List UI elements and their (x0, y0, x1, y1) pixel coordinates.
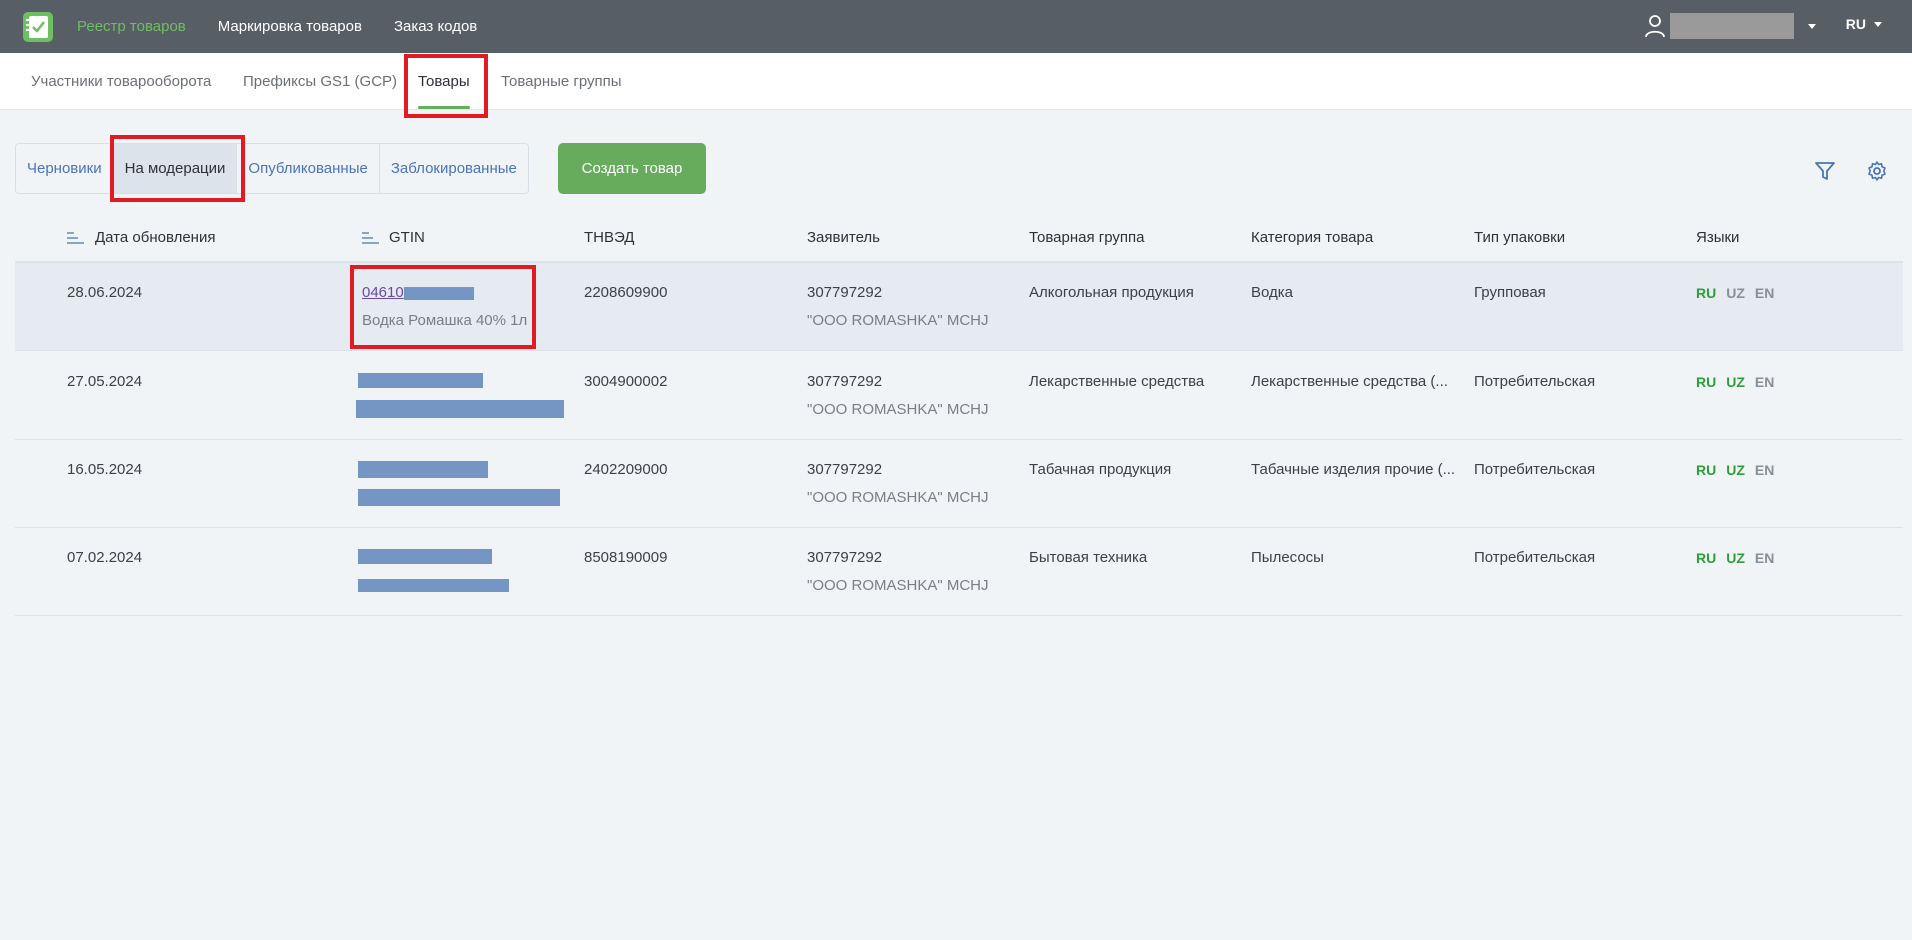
lang-ru: RU (1696, 550, 1717, 566)
highlight-box (404, 54, 488, 118)
product-group-cell: Бытовая техника (1029, 549, 1148, 566)
date-cell: 28.06.2024 (67, 284, 143, 301)
product-group-cell: Лекарственные средства (1029, 373, 1205, 390)
main-nav: Реестр товаров Маркировка товаров Заказ … (77, 0, 509, 53)
column-gtin[interactable]: GTIN (389, 229, 425, 246)
packaging-cell: Потребительская (1474, 461, 1596, 478)
lang-en: EN (1754, 550, 1775, 566)
applicant-name: "OOO ROMASHKA" MCHJ (807, 577, 989, 594)
lang-ru: RU (1696, 462, 1717, 478)
highlight-box (110, 135, 245, 202)
languages-cell: RU UZ EN (1696, 285, 1784, 301)
chevron-down-icon (1874, 21, 1882, 27)
lang-uz: UZ (1726, 285, 1745, 301)
applicant-name: "OOO ROMASHKA" MCHJ (807, 312, 989, 329)
lang-ru: RU (1696, 374, 1717, 390)
table-row[interactable]: 28.06.2024 04610 Водка Ромашка 40% 1л 22… (15, 263, 1903, 351)
lang-uz: UZ (1726, 550, 1745, 566)
lang-ru: RU (1696, 285, 1717, 301)
product-name-redacted (358, 579, 509, 592)
category-cell: Лекарственные средства (... (1251, 373, 1448, 390)
language-switcher[interactable]: RU (1846, 16, 1882, 32)
applicant-name: "OOO ROMASHKA" MCHJ (807, 489, 989, 506)
column-applicant: Заявитель (807, 229, 880, 246)
product-name-redacted (358, 489, 560, 506)
column-packaging-type: Тип упаковки (1474, 229, 1566, 246)
user-name-redacted (1670, 13, 1794, 39)
lang-uz: UZ (1726, 462, 1745, 478)
nav-code-order[interactable]: Заказ кодов (394, 18, 477, 35)
lang-en: EN (1754, 374, 1775, 390)
table-row[interactable]: 07.02.2024 8508190009 307797292 "OOO ROM… (15, 528, 1903, 616)
packaging-cell: Потребительская (1474, 549, 1596, 566)
top-bar: Реестр товаров Маркировка товаров Заказ … (0, 0, 1912, 53)
table-row[interactable]: 16.05.2024 2402209000 307797292 "OOO ROM… (15, 440, 1903, 528)
table-header: Дата обновления GTIN ТНВЭД Заявитель Тов… (15, 221, 1903, 263)
column-date-updated[interactable]: Дата обновления (95, 229, 215, 246)
languages-cell: RU UZ EN (1696, 550, 1784, 566)
status-published[interactable]: Опубликованные (237, 144, 380, 193)
app-logo-icon[interactable] (22, 11, 54, 43)
column-product-group: Товарная группа (1029, 229, 1145, 246)
category-cell: Пылесосы (1251, 549, 1324, 566)
date-cell: 07.02.2024 (67, 549, 143, 566)
product-group-cell: Табачная продукция (1029, 461, 1172, 478)
chevron-down-icon (1808, 23, 1816, 29)
applicant-inn: 307797292 (807, 373, 883, 390)
lang-en: EN (1754, 462, 1775, 478)
languages-cell: RU UZ EN (1696, 462, 1784, 478)
lang-en: EN (1754, 285, 1775, 301)
settings-gear-icon[interactable] (1866, 160, 1888, 182)
sort-icon[interactable] (67, 231, 85, 245)
create-product-button[interactable]: Создать товар (558, 143, 706, 194)
gtin-redacted (358, 373, 483, 388)
user-icon (1645, 15, 1665, 38)
applicant-inn: 307797292 (807, 549, 883, 566)
user-menu[interactable] (1644, 13, 1816, 39)
packaging-cell: Групповая (1474, 284, 1546, 301)
applicant-inn: 307797292 (807, 461, 883, 478)
date-cell: 16.05.2024 (67, 461, 143, 478)
applicant-inn: 307797292 (807, 284, 883, 301)
column-tnved: ТНВЭД (584, 229, 635, 246)
tnved-cell: 2208609900 (584, 284, 668, 301)
gtin-redacted (358, 549, 492, 564)
table-row[interactable]: 27.05.2024 3004900002 307797292 "OOO ROM… (15, 352, 1903, 440)
tab-product-groups[interactable]: Товарные группы (501, 53, 622, 110)
filter-icon[interactable] (1814, 160, 1836, 182)
tab-gs1-prefixes[interactable]: Префиксы GS1 (GCP) (243, 53, 397, 110)
tnved-cell: 8508190009 (584, 549, 668, 566)
product-name-redacted (356, 400, 564, 418)
column-product-category: Категория товара (1251, 229, 1374, 246)
lang-uz: UZ (1726, 374, 1745, 390)
packaging-cell: Потребительская (1474, 373, 1596, 390)
sub-nav: Участники товарооборота Префиксы GS1 (GC… (0, 53, 1912, 110)
nav-product-marking[interactable]: Маркировка товаров (218, 18, 362, 35)
date-cell: 27.05.2024 (67, 373, 143, 390)
tab-participants[interactable]: Участники товарооборота (31, 53, 211, 110)
nav-product-registry[interactable]: Реестр товаров (77, 18, 186, 35)
highlight-box (350, 265, 536, 349)
sort-icon[interactable] (362, 231, 380, 245)
category-cell: Табачные изделия прочие (... (1251, 461, 1456, 478)
gtin-redacted (358, 461, 488, 478)
status-filter: Черновики На модерации Опубликованные За… (15, 143, 529, 194)
column-languages: Языки (1696, 229, 1740, 246)
status-drafts[interactable]: Черновики (16, 144, 114, 193)
applicant-name: "OOO ROMASHKA" MCHJ (807, 401, 989, 418)
tnved-cell: 3004900002 (584, 373, 668, 390)
tnved-cell: 2402209000 (584, 461, 668, 478)
category-cell: Водка (1251, 284, 1294, 301)
status-blocked[interactable]: Заблокированные (380, 144, 528, 193)
language-label: RU (1845, 16, 1866, 32)
languages-cell: RU UZ EN (1696, 374, 1784, 390)
product-group-cell: Алкогольная продукция (1029, 284, 1194, 301)
